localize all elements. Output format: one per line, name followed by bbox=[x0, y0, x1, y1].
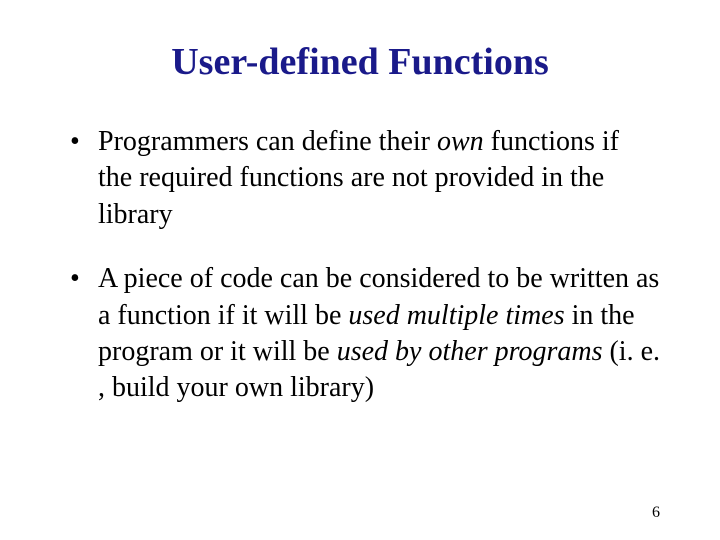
bullet-item: A piece of code can be considered to be … bbox=[70, 261, 660, 407]
text-run-italic: used by other programs bbox=[337, 336, 603, 367]
slide-title: User-defined Functions bbox=[50, 40, 670, 84]
text-run-italic: used multiple times bbox=[348, 300, 564, 331]
bullet-list: Programmers can define their own functio… bbox=[70, 124, 660, 407]
page-number: 6 bbox=[652, 504, 660, 522]
text-run-italic: own bbox=[437, 126, 484, 157]
bullet-item: Programmers can define their own functio… bbox=[70, 124, 660, 233]
text-run: Programmers can define their bbox=[98, 126, 437, 157]
slide: User-defined Functions Programmers can d… bbox=[0, 0, 720, 540]
